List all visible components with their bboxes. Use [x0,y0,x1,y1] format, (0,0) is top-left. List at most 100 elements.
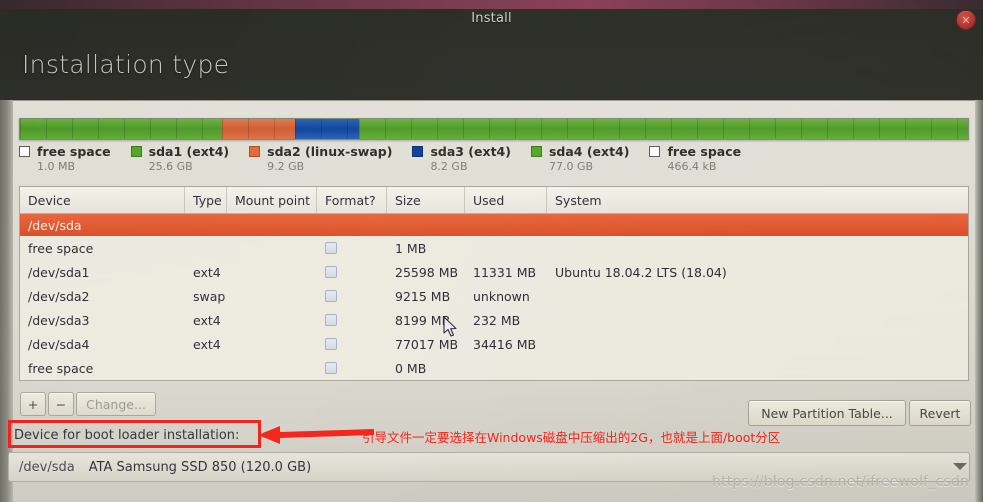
checkbox-icon[interactable] [325,362,337,374]
cell-used: 232 MB [473,312,521,328]
cell-system [547,356,967,380]
checkbox-icon[interactable] [325,242,337,254]
cell-used [465,236,547,260]
format-checkbox[interactable] [317,308,387,332]
legend-item-size: 466.4 kB [667,160,717,173]
column-header-format[interactable]: Format? [317,187,387,213]
legend-item-label: free space [667,144,742,159]
legend-item: sda1 (ext4) 25.6 GB [130,144,230,173]
format-checkbox[interactable] [317,236,387,260]
mouse-pointer-icon [443,316,457,337]
window-title: Install [471,10,512,26]
table-row[interactable]: /dev/sda2 swap 9215 MB unknown [20,284,968,308]
legend-swatch-icon [412,146,424,157]
cell-system: Ubuntu 18.04.2 LTS (18.04) [555,264,727,280]
format-checkbox[interactable] [317,260,387,284]
legend-item-size: 25.6 GB [148,160,193,173]
cell-used: 34416 MB [473,336,537,352]
cell-type: ext4 [193,312,221,328]
add-partition-button[interactable]: + [20,392,46,416]
cell-type: ext4 [193,264,221,280]
cell-used [465,356,547,380]
cell-mount-point [227,236,317,260]
legend-swatch-icon [530,146,542,157]
legend-item: free space 466.4 kB [649,144,741,173]
legend-item-size: 1.0 MB [37,160,76,173]
format-checkbox[interactable] [317,356,387,380]
legend-item-size: 9.2 GB [267,160,305,173]
legend-item-label: free space [37,144,111,159]
remove-partition-button[interactable]: − [48,392,74,416]
checkbox-icon[interactable] [325,338,337,350]
cell-type [185,356,227,380]
legend-swatch-icon [649,146,661,157]
column-header-system[interactable]: System [547,187,967,213]
partition-table-body: free space 1 MB/dev/sda1 ext4 25598 MB 11331… [20,236,968,380]
column-header-device[interactable]: Device [20,187,185,213]
partition-bar-segment[interactable] [294,119,360,139]
legend-item: sda3 (ext4) 8.2 GB [412,144,511,173]
partition-table-header: Device Type Mount point Format? Size Used Syst… [20,187,968,214]
column-header-type[interactable]: Type [185,187,227,213]
left-arrow-annotation-icon [258,426,374,444]
legend-swatch-icon [19,146,30,157]
device-group-label: /dev/sda [28,217,82,233]
legend-swatch-icon [130,146,142,157]
legend-item-size: 8.2 GB [430,160,468,173]
cell-device: free space [28,360,94,376]
legend-item: free space 1.0 MB [19,144,111,173]
legend-item: sda2 (linux-swap) 9.2 GB [249,144,392,173]
checkbox-icon[interactable] [325,290,337,302]
cell-system [547,284,967,308]
cell-mount-point [227,308,317,332]
format-checkbox[interactable] [317,284,387,308]
cell-used: 11331 MB [473,264,537,280]
cell-mount-point [227,260,317,284]
boot-loader-highlight-box [8,420,261,448]
partition-table[interactable]: Device Type Mount point Format? Size Used Syst… [19,186,969,381]
close-icon[interactable]: ✕ [956,10,976,30]
legend-item-label: sda1 (ext4) [148,144,230,159]
change-partition-button[interactable]: Change... [76,392,156,416]
column-header-size[interactable]: Size [387,187,465,213]
cell-type: swap [193,288,226,304]
legend-swatch-icon [249,146,261,157]
table-row[interactable]: free space 1 MB [20,236,968,260]
table-row[interactable]: /dev/sda3 ext4 8199 MB 232 MB [20,308,968,332]
checkbox-icon[interactable] [325,266,337,278]
column-header-mount-point[interactable]: Mount point [227,187,317,213]
partition-bar-segment[interactable] [221,119,295,139]
checkbox-icon[interactable] [325,314,337,326]
panel-right-edge [975,100,983,502]
table-row[interactable]: free space 0 MB [20,356,968,380]
cell-size: 1 MB [395,240,427,256]
cell-device: free space [28,240,94,256]
legend-item-label: sda4 (ext4) [548,144,630,159]
title-bar: Install [0,0,983,36]
cell-mount-point [227,284,317,308]
cell-type: ext4 [193,336,221,352]
watermark: https://blog.csdn.net/ifreewolf_csdn [711,474,969,490]
cell-device: /dev/sda2 [28,288,90,304]
revert-button[interactable]: Revert [909,400,971,426]
cell-system [547,308,967,332]
table-row[interactable]: /dev/sda4 ext4 77017 MB 34416 MB [20,332,968,356]
table-row-device-group[interactable]: /dev/sda [20,214,968,236]
cell-size: 25598 MB [395,264,459,280]
cell-size: 9215 MB [395,288,451,304]
partition-bar-segment[interactable] [20,119,222,139]
format-checkbox[interactable] [317,332,387,356]
cell-device: /dev/sda3 [28,312,90,328]
partition-legend: free space 1.0 MB sda1 (ext4) 25.6 GB sda2 (… [19,144,969,176]
boot-loader-device-description: ATA Samsung SSD 850 (120.0 GB) [88,459,312,475]
cell-device: /dev/sda1 [28,264,90,280]
chevron-down-icon[interactable] [953,463,967,470]
partition-usage-bar[interactable] [19,118,969,140]
cell-type [185,236,227,260]
new-partition-table-button[interactable]: New Partition Table... [748,400,906,426]
table-row[interactable]: /dev/sda1 ext4 25598 MB 11331 MB Ubuntu 18.0… [20,260,968,284]
cell-system [547,332,967,356]
cell-used: unknown [473,288,530,304]
column-header-used[interactable]: Used [465,187,547,213]
partition-bar-segment[interactable] [359,119,968,139]
